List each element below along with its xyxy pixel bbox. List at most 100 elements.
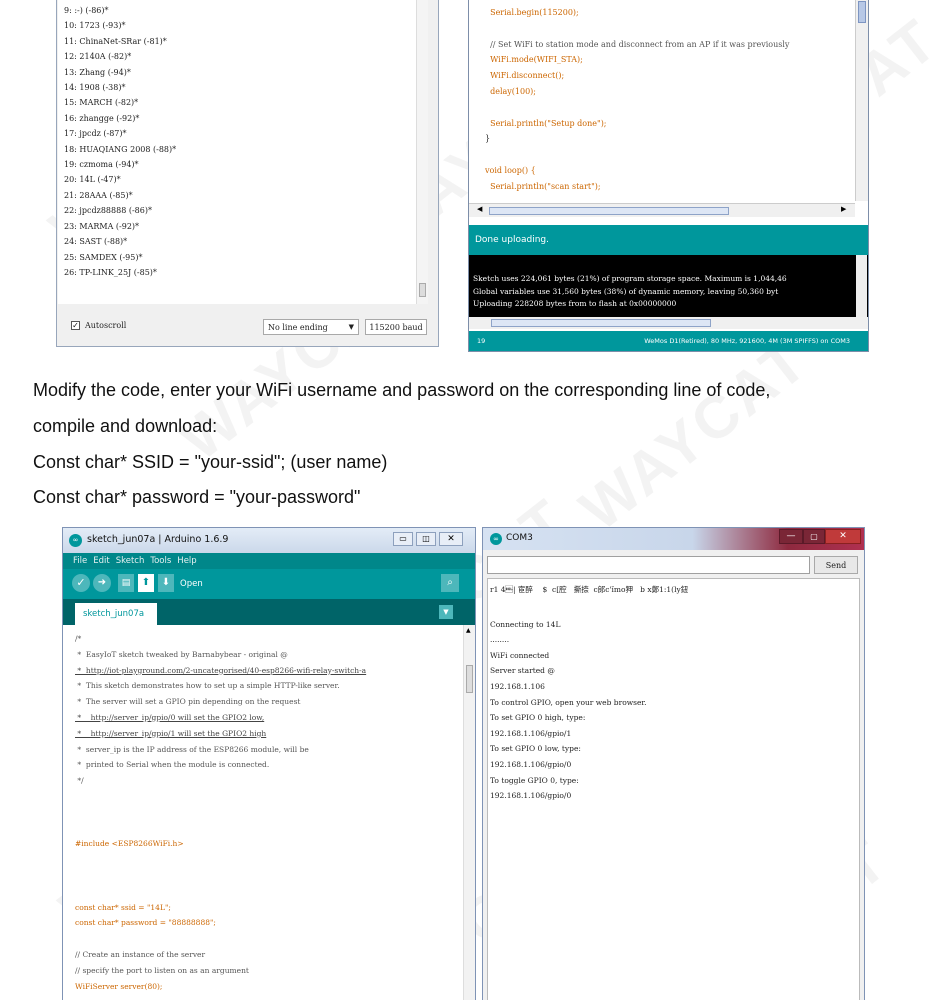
- console-line: Uploading 228208 bytes from to flash at …: [473, 299, 677, 308]
- menu-item-sketch[interactable]: Sketch: [116, 556, 145, 566]
- send-input[interactable]: [487, 556, 810, 574]
- code-line: // specify the port to listen on as an a…: [75, 965, 249, 975]
- tab-menu-button[interactable]: ▼: [439, 605, 453, 619]
- instruction-line-4: Const char* password = "your-password": [33, 487, 361, 507]
- com3-window: ∞ COM3 — ▢ ✕ Send r1 4| 宦醉 $ c[腔 撕捺 c郞c…: [482, 527, 865, 1000]
- code-line: #include <ESP8266WiFi.h>: [75, 839, 184, 849]
- top-code-vscroll[interactable]: [855, 0, 868, 201]
- serial-line: 19: czmoma (-94)*: [64, 160, 139, 170]
- status-bar: Done uploading.: [469, 225, 868, 255]
- serial-line: ........: [490, 635, 510, 645]
- verify-button[interactable]: ✓: [72, 574, 90, 592]
- code-line: const char* ssid = "14L";: [75, 902, 171, 912]
- console-text: Sketch uses 224,061 bytes (21%) of progr…: [473, 273, 857, 311]
- serial-line: 13: Zhang (-94)*: [64, 67, 131, 77]
- serial-line: 10: 1723 (-93)*: [64, 21, 126, 31]
- minimize-button[interactable]: ▭: [393, 532, 413, 546]
- serial-line: To set GPIO 0 low, type:: [490, 744, 581, 754]
- console-vscroll[interactable]: [856, 255, 867, 317]
- serial-line: 192.168.1.106/gpio/0: [490, 759, 572, 769]
- close-button[interactable]: ✕: [825, 529, 861, 544]
- serial-line: Connecting to 14L: [490, 619, 561, 629]
- serial-line: 192.168.1.106/gpio/0: [490, 791, 572, 801]
- serial-line: 26: TP-LINK_25J (-85)*: [64, 267, 157, 277]
- serial-scan-list: 9: :-) (-86)* 10: 1723 (-93)* 11: ChinaNet…: [64, 3, 424, 280]
- tab-strip: sketch_jun07a ▼: [63, 599, 475, 625]
- serial-line: WiFi connected: [490, 650, 550, 660]
- toolbar-hint: Open: [180, 579, 203, 589]
- editor-vscroll[interactable]: ▲: [463, 625, 475, 1000]
- code-line: * http://server_ip/gpio/1 will set the G…: [75, 728, 267, 738]
- open-button[interactable]: ⬆: [138, 574, 154, 592]
- code-line: // Set WiFi to station mode and disconne…: [485, 39, 790, 49]
- menu-item-edit[interactable]: Edit: [93, 556, 109, 566]
- menu-item-tools[interactable]: Tools: [150, 556, 171, 566]
- close-button[interactable]: ✕: [439, 532, 463, 546]
- instruction-line-1: Modify the code, enter your WiFi usernam…: [33, 380, 771, 400]
- ide-toolbar: ✓ ➜ ▤ ⬆ ⬇ Open ⌕: [63, 569, 475, 599]
- autoscroll-checkbox[interactable]: ✓: [71, 321, 80, 330]
- line-ending-value: No line ending: [268, 322, 328, 332]
- menu-item-file[interactable]: File: [73, 556, 87, 566]
- serial-line: [490, 601, 647, 617]
- code-line: }: [485, 134, 491, 144]
- serial-line: 25: SAMDEX (-95)*: [64, 252, 143, 262]
- menu-items: File Edit Sketch Tools Help: [73, 556, 197, 566]
- maximize-button[interactable]: ▢: [803, 529, 825, 544]
- serial-line: 16: zhangge (-92)*: [64, 113, 140, 123]
- top-serial-monitor-window: 9: :-) (-86)* 10: 1723 (-93)* 11: ChinaNet…: [56, 0, 439, 347]
- code-line: Serial.println("Setup done");: [485, 118, 607, 128]
- code-line: * The server will set a GPIO pin dependi…: [75, 697, 301, 707]
- serial-line: 14: 1908 (-38)*: [64, 83, 126, 93]
- serial-line: 24: SAST (-88)*: [64, 237, 128, 247]
- baud-select[interactable]: 115200 baud: [365, 319, 427, 335]
- send-label: Send: [825, 560, 847, 570]
- tab-sketch[interactable]: sketch_jun07a: [75, 603, 157, 625]
- arrow-left-icon[interactable]: ◀: [477, 205, 482, 213]
- console-hscroll[interactable]: [469, 317, 868, 329]
- serial-line: 20: 14L (-47)*: [64, 175, 121, 185]
- serial-line: 18: HUAQIANG 2008 (-88)*: [64, 144, 177, 154]
- arduino-logo-icon: ∞: [490, 533, 502, 545]
- serial-line: Server started @: [490, 666, 555, 676]
- top-code-area: Serial.begin(115200); // Set WiFi to sta…: [469, 0, 855, 201]
- serial-monitor-button[interactable]: ⌕: [441, 574, 459, 592]
- code-line: // Create an instance of the server: [75, 949, 206, 959]
- arrow-up-icon[interactable]: ▲: [466, 627, 471, 634]
- code-line: * EasyIoT sketch tweaked by Barnabybear …: [75, 649, 288, 659]
- com3-output: r1 4| 宦醉 $ c[腔 撕捺 c郞c'ǐmo狎 b x鄭1:1(ly鈕 …: [487, 578, 860, 1000]
- code-lines: /* * EasyIoT sketch tweaked by Barnabybe…: [75, 631, 461, 1000]
- ide-window: ∞ sketch_jun07a | Arduino 1.6.9 ▭ ◫ ✕ Fi…: [62, 527, 476, 1000]
- com3-titlebar: ∞ COM3 — ▢ ✕: [483, 528, 864, 550]
- arrow-right-icon[interactable]: ▶: [841, 205, 846, 213]
- code-editor[interactable]: /* * EasyIoT sketch tweaked by Barnabybe…: [63, 625, 463, 1000]
- serial-line: 21: 28AAA (-85)*: [64, 190, 133, 200]
- menu-item-help[interactable]: Help: [177, 556, 196, 566]
- maximize-button[interactable]: ◫: [416, 532, 436, 546]
- line-ending-select[interactable]: No line ending ▼: [263, 319, 359, 335]
- new-button[interactable]: ▤: [118, 574, 134, 592]
- upload-button[interactable]: ➜: [93, 574, 111, 592]
- status-text: Done uploading.: [475, 235, 549, 245]
- serial-scrollbar[interactable]: [416, 0, 428, 304]
- chevron-down-icon: ▼: [348, 323, 354, 331]
- serial-line: 22: jpcdz88888 (-86)*: [64, 206, 152, 216]
- code-line: * printed to Serial when the module is c…: [75, 760, 270, 770]
- watermark: WAYCAT: [567, 325, 821, 544]
- com3-title: COM3: [506, 533, 533, 543]
- instruction-line-2: compile and download:: [33, 416, 218, 436]
- board-info: WeMos D1(Retired), 80 MHz, 921600, 4M (3…: [644, 337, 850, 345]
- save-button[interactable]: ⬇: [158, 574, 174, 592]
- baud-value: 115200 baud: [369, 322, 423, 332]
- minimize-button[interactable]: —: [779, 529, 803, 544]
- top-code: Serial.begin(115200); // Set WiFi to sta…: [485, 5, 789, 195]
- top-code-hscroll[interactable]: ◀ ▶: [469, 203, 855, 217]
- send-button[interactable]: Send: [814, 556, 858, 574]
- serial-line: To control GPIO, open your web browser.: [490, 697, 647, 707]
